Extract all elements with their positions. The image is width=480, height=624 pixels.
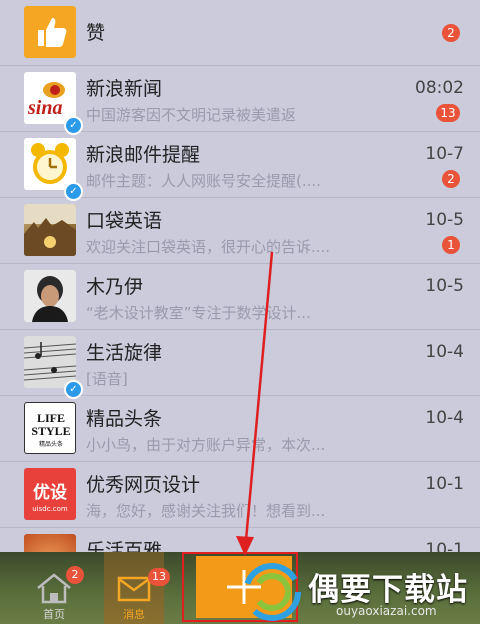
tab-messages-label: 消息 <box>123 608 145 621</box>
item-title: 生活旋律 <box>86 342 163 364</box>
item-preview: 欢迎关注口袋英语，很开心的告诉.... <box>86 238 331 256</box>
list-item-sina-mail[interactable]: ✓ 新浪邮件提醒 邮件主题：人人网账号安全提醒(.... 10-7 2 <box>0 132 480 201</box>
item-preview: 中国游客因不文明记录被美遣返 <box>86 106 297 124</box>
unread-badge: 13 <box>436 104 460 122</box>
item-preview: 小小鸟，由于对方账户异常，本次... <box>86 436 326 454</box>
item-title: 新浪新闻 <box>86 78 163 100</box>
tab-home-label: 首页 <box>43 608 65 621</box>
avatar <box>24 270 76 322</box>
list-item-uisdc[interactable]: 优设 uisdc.com 优秀网页设计 海，您好，感谢关注我们！想看到... 1… <box>0 462 480 528</box>
item-time: 10-1 <box>425 474 464 494</box>
list-item-sina-news[interactable]: sina ✓ 新浪新闻 中国游客因不文明记录被美遣返 08:02 13 <box>0 66 480 135</box>
item-preview: 邮件主题：人人网账号安全提醒(.... <box>86 172 321 190</box>
item-title: 木乃伊 <box>86 276 144 298</box>
lifestyle-logo-sub: 精品头条 <box>39 440 63 448</box>
item-time: 10-7 <box>425 144 464 164</box>
list-item-pocket-english[interactable]: 口袋英语 欢迎关注口袋英语，很开心的告诉.... 10-5 1 <box>0 198 480 264</box>
tab-home[interactable]: 首页 2 <box>24 552 84 624</box>
lifestyle-logo-line1: LIFE <box>37 411 65 425</box>
uisdc-logo-main: 优设 <box>33 482 67 503</box>
uisdc-logo-sub: uisdc.com <box>32 505 68 513</box>
item-time: 10-5 <box>425 276 464 296</box>
list-item-likes[interactable]: 赞 2 <box>0 0 480 66</box>
list-item-life-melody[interactable]: ✓ 生活旋律 [语音] 10-4 <box>0 330 480 399</box>
item-title: 精品头条 <box>86 408 163 430</box>
list-item-jingpin-toutiao[interactable]: LIFE STYLE 精品头条 精品头条 小小鸟，由于对方账户异常，本次... … <box>0 396 480 462</box>
item-title: 优秀网页设计 <box>86 474 201 496</box>
envelope-icon <box>117 576 151 602</box>
item-time: 08:02 <box>415 78 464 98</box>
lifestyle-logo-line2: STYLE <box>31 424 70 438</box>
unread-badge: 1 <box>442 236 460 254</box>
item-title: 新浪邮件提醒 <box>86 144 201 166</box>
messages-badge: 13 <box>148 568 170 586</box>
lifestyle-logo: LIFE STYLE 精品头条 <box>24 402 76 454</box>
uisdc-logo: 优设 uisdc.com <box>24 468 76 520</box>
item-title: 赞 <box>86 22 106 44</box>
item-time: 10-5 <box>425 210 464 230</box>
unread-badge: 2 <box>442 24 460 42</box>
avatar <box>24 204 76 256</box>
item-time: 10-4 <box>425 408 464 428</box>
tab-messages[interactable]: 消息 13 <box>104 552 170 624</box>
item-preview: [语音] <box>86 370 128 388</box>
item-preview: 海，您好，感谢关注我们！想看到... <box>86 502 326 520</box>
sina-logo-text: sina <box>27 97 62 119</box>
message-list: 赞 2 sina ✓ 新浪新闻 中国游客因不文明记录被美遣返 08:02 13 <box>0 0 480 560</box>
unread-badge: 2 <box>442 170 460 188</box>
item-title: 口袋英语 <box>86 210 163 232</box>
item-preview: “老木设计教室”专注于数学设计... <box>86 304 311 322</box>
home-badge: 2 <box>66 566 84 584</box>
watermark-url: ouyaoxiazai.com <box>336 604 437 618</box>
watermark-text: 偶要下载站 <box>308 572 468 608</box>
item-time: 10-4 <box>425 342 464 362</box>
watermark-logo-icon <box>243 563 301 621</box>
list-item-munaiyi[interactable]: 木乃伊 “老木设计教室”专注于数学设计... 10-5 <box>0 264 480 330</box>
thumbs-up-icon <box>24 6 76 58</box>
